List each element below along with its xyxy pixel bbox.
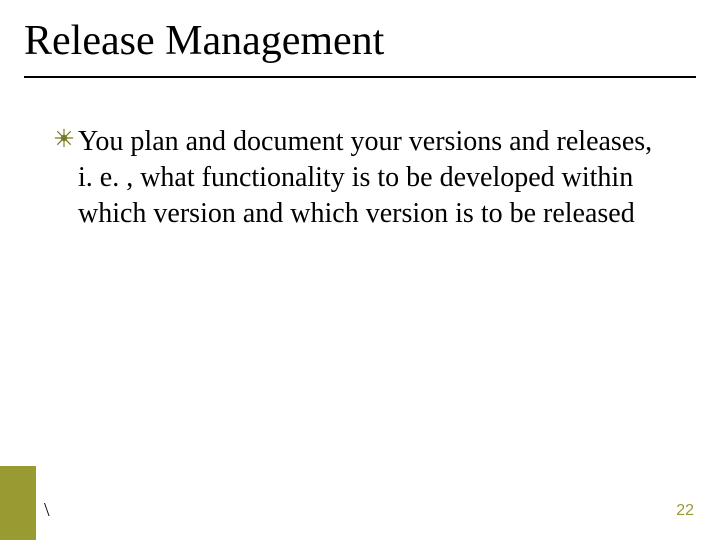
bullet-item: You plan and document your versions and … [78,124,660,231]
bullet-text: You plan and document your versions and … [78,126,652,229]
slide-title: Release Management [0,0,720,72]
slide: Release Management You plan and document… [0,0,720,540]
slide-body: You plan and document your versions and … [0,78,720,231]
bullet-star-icon [54,128,74,148]
accent-bar [0,466,36,540]
footer-mark: \ [44,499,50,522]
page-number: 22 [676,502,694,520]
